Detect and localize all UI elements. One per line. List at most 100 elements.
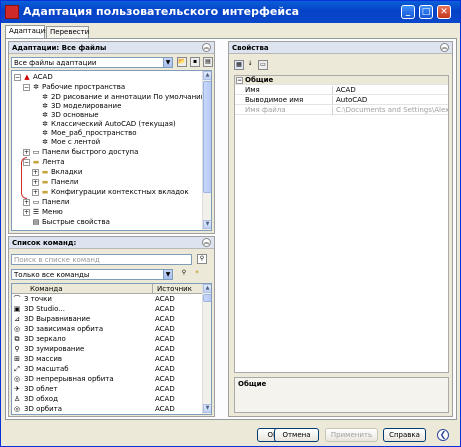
app-icon [5, 5, 19, 19]
command-row[interactable]: ⤢ 3D масштаб ACAD [12, 365, 202, 374]
command-row[interactable]: ⊞ 3D массив ACAD [12, 355, 202, 364]
command-row[interactable]: ⌒ 3 точки ACAD [12, 295, 202, 304]
tree-label: 3D основные [51, 111, 99, 119]
command-source: ACAD [155, 295, 175, 303]
collapse-toggle-icon[interactable]: − [14, 73, 21, 81]
tree-item-contextual-tabs[interactable]: + ▬ Конфигурации контекстных вкладок [32, 188, 189, 197]
command-row[interactable]: ◎ 3D зависимая орбита ACAD [12, 325, 202, 334]
collapse-dialog-icon[interactable]: ❮ [437, 429, 449, 441]
command-row[interactable]: ▣ 3D Studio... ACAD [12, 305, 202, 314]
collapse-toggle-icon[interactable]: − [236, 77, 243, 84]
properties-panel: Свойства ︽ ▦ ↓ ▭ − Общие Имя ACAD Выводим… [228, 41, 453, 417]
collapse-icon[interactable]: ︽ [202, 43, 211, 52]
tree-label: Панели быстрого доступа [42, 148, 139, 156]
expand-toggle-icon[interactable]: + [32, 188, 39, 196]
cancel-button[interactable]: Отмена [274, 428, 319, 442]
chevron-down-icon[interactable]: ▼ [163, 270, 172, 279]
tab-transfer[interactable]: Перевести [46, 26, 89, 38]
tree-item-acad[interactable]: − ▲ ACAD [14, 73, 53, 82]
preview-icon[interactable]: ▤ [203, 57, 213, 67]
customization-file-select[interactable]: Все файлы адаптации ▼ [11, 57, 173, 68]
tree-item-ribbon[interactable]: − ▬ Лента [23, 158, 65, 167]
save-icon[interactable]: ▪ [190, 57, 200, 67]
tree-item-quick-access[interactable]: + ▭ Панели быстрого доступа [23, 148, 138, 157]
property-category-row[interactable]: − Общие [235, 76, 448, 85]
command-row[interactable]: ✈ 3D облет ACAD [12, 385, 202, 394]
command-list[interactable]: Команда Источник ⌒ 3 точки ACAD ▣ 3D Studio… [11, 283, 212, 415]
command-source: ACAD [155, 385, 175, 393]
command-icon: ◎ [13, 375, 21, 383]
help-button[interactable]: Справка [383, 428, 426, 442]
tree-item-menus[interactable]: + ☰ Меню [23, 208, 63, 217]
command-name: 3D облет [24, 385, 58, 393]
command-row[interactable]: ◎ 3D непрерывная орбита ACAD [12, 375, 202, 384]
scroll-thumb[interactable] [203, 81, 211, 193]
tree-item-toolbars[interactable]: + ▭ Панели [23, 198, 69, 207]
expand-toggle-icon[interactable]: + [23, 208, 30, 216]
categorized-icon[interactable]: ▦ [234, 60, 244, 70]
tree-item-workspace[interactable]: ✲ Мое с лентой [41, 138, 100, 147]
command-row[interactable]: ◎ 3D орбита ACAD [12, 405, 202, 414]
tree-item-tabs[interactable]: + ▬ Вкладки [32, 168, 82, 177]
tree-label: Меню [42, 208, 63, 216]
customization-tree[interactable]: − ▲ ACAD − ✲ Рабочие пространства ✲ 2D рисова… [11, 70, 212, 231]
tab-customize[interactable]: Адаптация [5, 25, 49, 38]
expand-toggle-icon[interactable]: + [23, 148, 30, 156]
window-title: Адаптация пользовательского интерфейса [23, 5, 300, 18]
tree-item-workspace[interactable]: ✲ 3D моделирование [41, 102, 121, 111]
command-row[interactable]: ⊿ 3D Выравнивание ACAD [12, 315, 202, 324]
customization-file-value: Все файлы адаптации [14, 59, 97, 67]
property-value[interactable]: AutoCAD [334, 96, 448, 105]
scroll-up-icon[interactable]: ▲ [203, 284, 211, 293]
command-name: 3D обход [24, 395, 58, 403]
tree-item-panels[interactable]: + ▬ Панели [32, 178, 78, 187]
column-divider[interactable] [152, 284, 153, 294]
maximize-button[interactable]: □ [419, 5, 433, 19]
command-icon: ⊿ [14, 315, 20, 323]
search-icon[interactable]: ⚲ [197, 254, 207, 264]
command-icon: ⌒ [13, 295, 21, 303]
scroll-down-icon[interactable]: ▼ [203, 220, 211, 229]
command-name: 3D непрерывная орбита [24, 375, 114, 383]
command-row[interactable]: ♙ 3D обход ACAD [12, 395, 202, 404]
property-row[interactable]: Выводимое имя AutoCAD [235, 96, 448, 105]
open-file-icon[interactable]: 📂 [177, 57, 187, 67]
new-command-icon[interactable]: ✶ [192, 269, 202, 279]
apply-button[interactable]: Применить [325, 428, 378, 442]
tree-item-workspace[interactable]: ✲ Классический AutoCAD (текущая) [41, 120, 176, 129]
collapse-icon[interactable]: ︽ [440, 43, 449, 52]
tree-item-workspaces[interactable]: − ✲ Рабочие пространства [23, 83, 125, 92]
expand-toggle-icon[interactable]: + [32, 178, 39, 186]
property-row[interactable]: Имя ACAD [235, 86, 448, 95]
command-name: 3D массив [24, 355, 63, 363]
command-search-input[interactable]: Поиск в списке команд [11, 254, 192, 265]
command-filter-select[interactable]: Только все команды ▼ [11, 269, 173, 280]
column-source[interactable]: Источник [157, 285, 192, 293]
column-command[interactable]: Команда [30, 285, 63, 293]
command-list-scrollbar[interactable]: ▲ ▼ [202, 284, 211, 414]
tree-item-quick-properties[interactable]: ▤ Быстрые свойства [32, 218, 110, 227]
scroll-down-icon[interactable]: ▼ [203, 404, 211, 413]
tree-scrollbar[interactable]: ▲ ▼ [202, 71, 211, 230]
close-button[interactable]: ✕ [437, 5, 451, 19]
tree-item-workspace[interactable]: ✲ Мое_раб_пространство [41, 129, 137, 138]
expand-toggle-icon[interactable]: + [32, 168, 39, 176]
chevron-down-icon[interactable]: ▼ [163, 58, 172, 67]
scroll-thumb[interactable] [203, 294, 211, 302]
gear-icon: ✲ [42, 111, 48, 119]
collapse-icon[interactable]: ︽ [202, 238, 211, 247]
collapse-toggle-icon[interactable]: − [23, 83, 30, 91]
tree-item-workspace[interactable]: ✲ 2D рисование и аннотации По умолчанию [41, 93, 207, 102]
command-row[interactable]: ⚲ 3D зумирование ACAD [12, 345, 202, 354]
command-row[interactable]: ⧉ 3D зеркало ACAD [12, 335, 202, 344]
property-value[interactable]: ACAD [334, 86, 448, 95]
find-command-icon[interactable]: ⚲ [179, 269, 189, 279]
sort-alphabetical-icon[interactable]: ↓ [245, 60, 255, 70]
tree-label: Классический AutoCAD (текущая) [51, 120, 176, 128]
minimize-button[interactable]: _ [401, 5, 415, 19]
expand-toggle-icon[interactable]: + [23, 198, 30, 206]
tree-item-workspace[interactable]: ✲ 3D основные [41, 111, 99, 120]
gear-icon: ✲ [42, 120, 48, 128]
scroll-up-icon[interactable]: ▲ [203, 71, 211, 80]
property-pages-icon[interactable]: ▭ [258, 60, 268, 70]
